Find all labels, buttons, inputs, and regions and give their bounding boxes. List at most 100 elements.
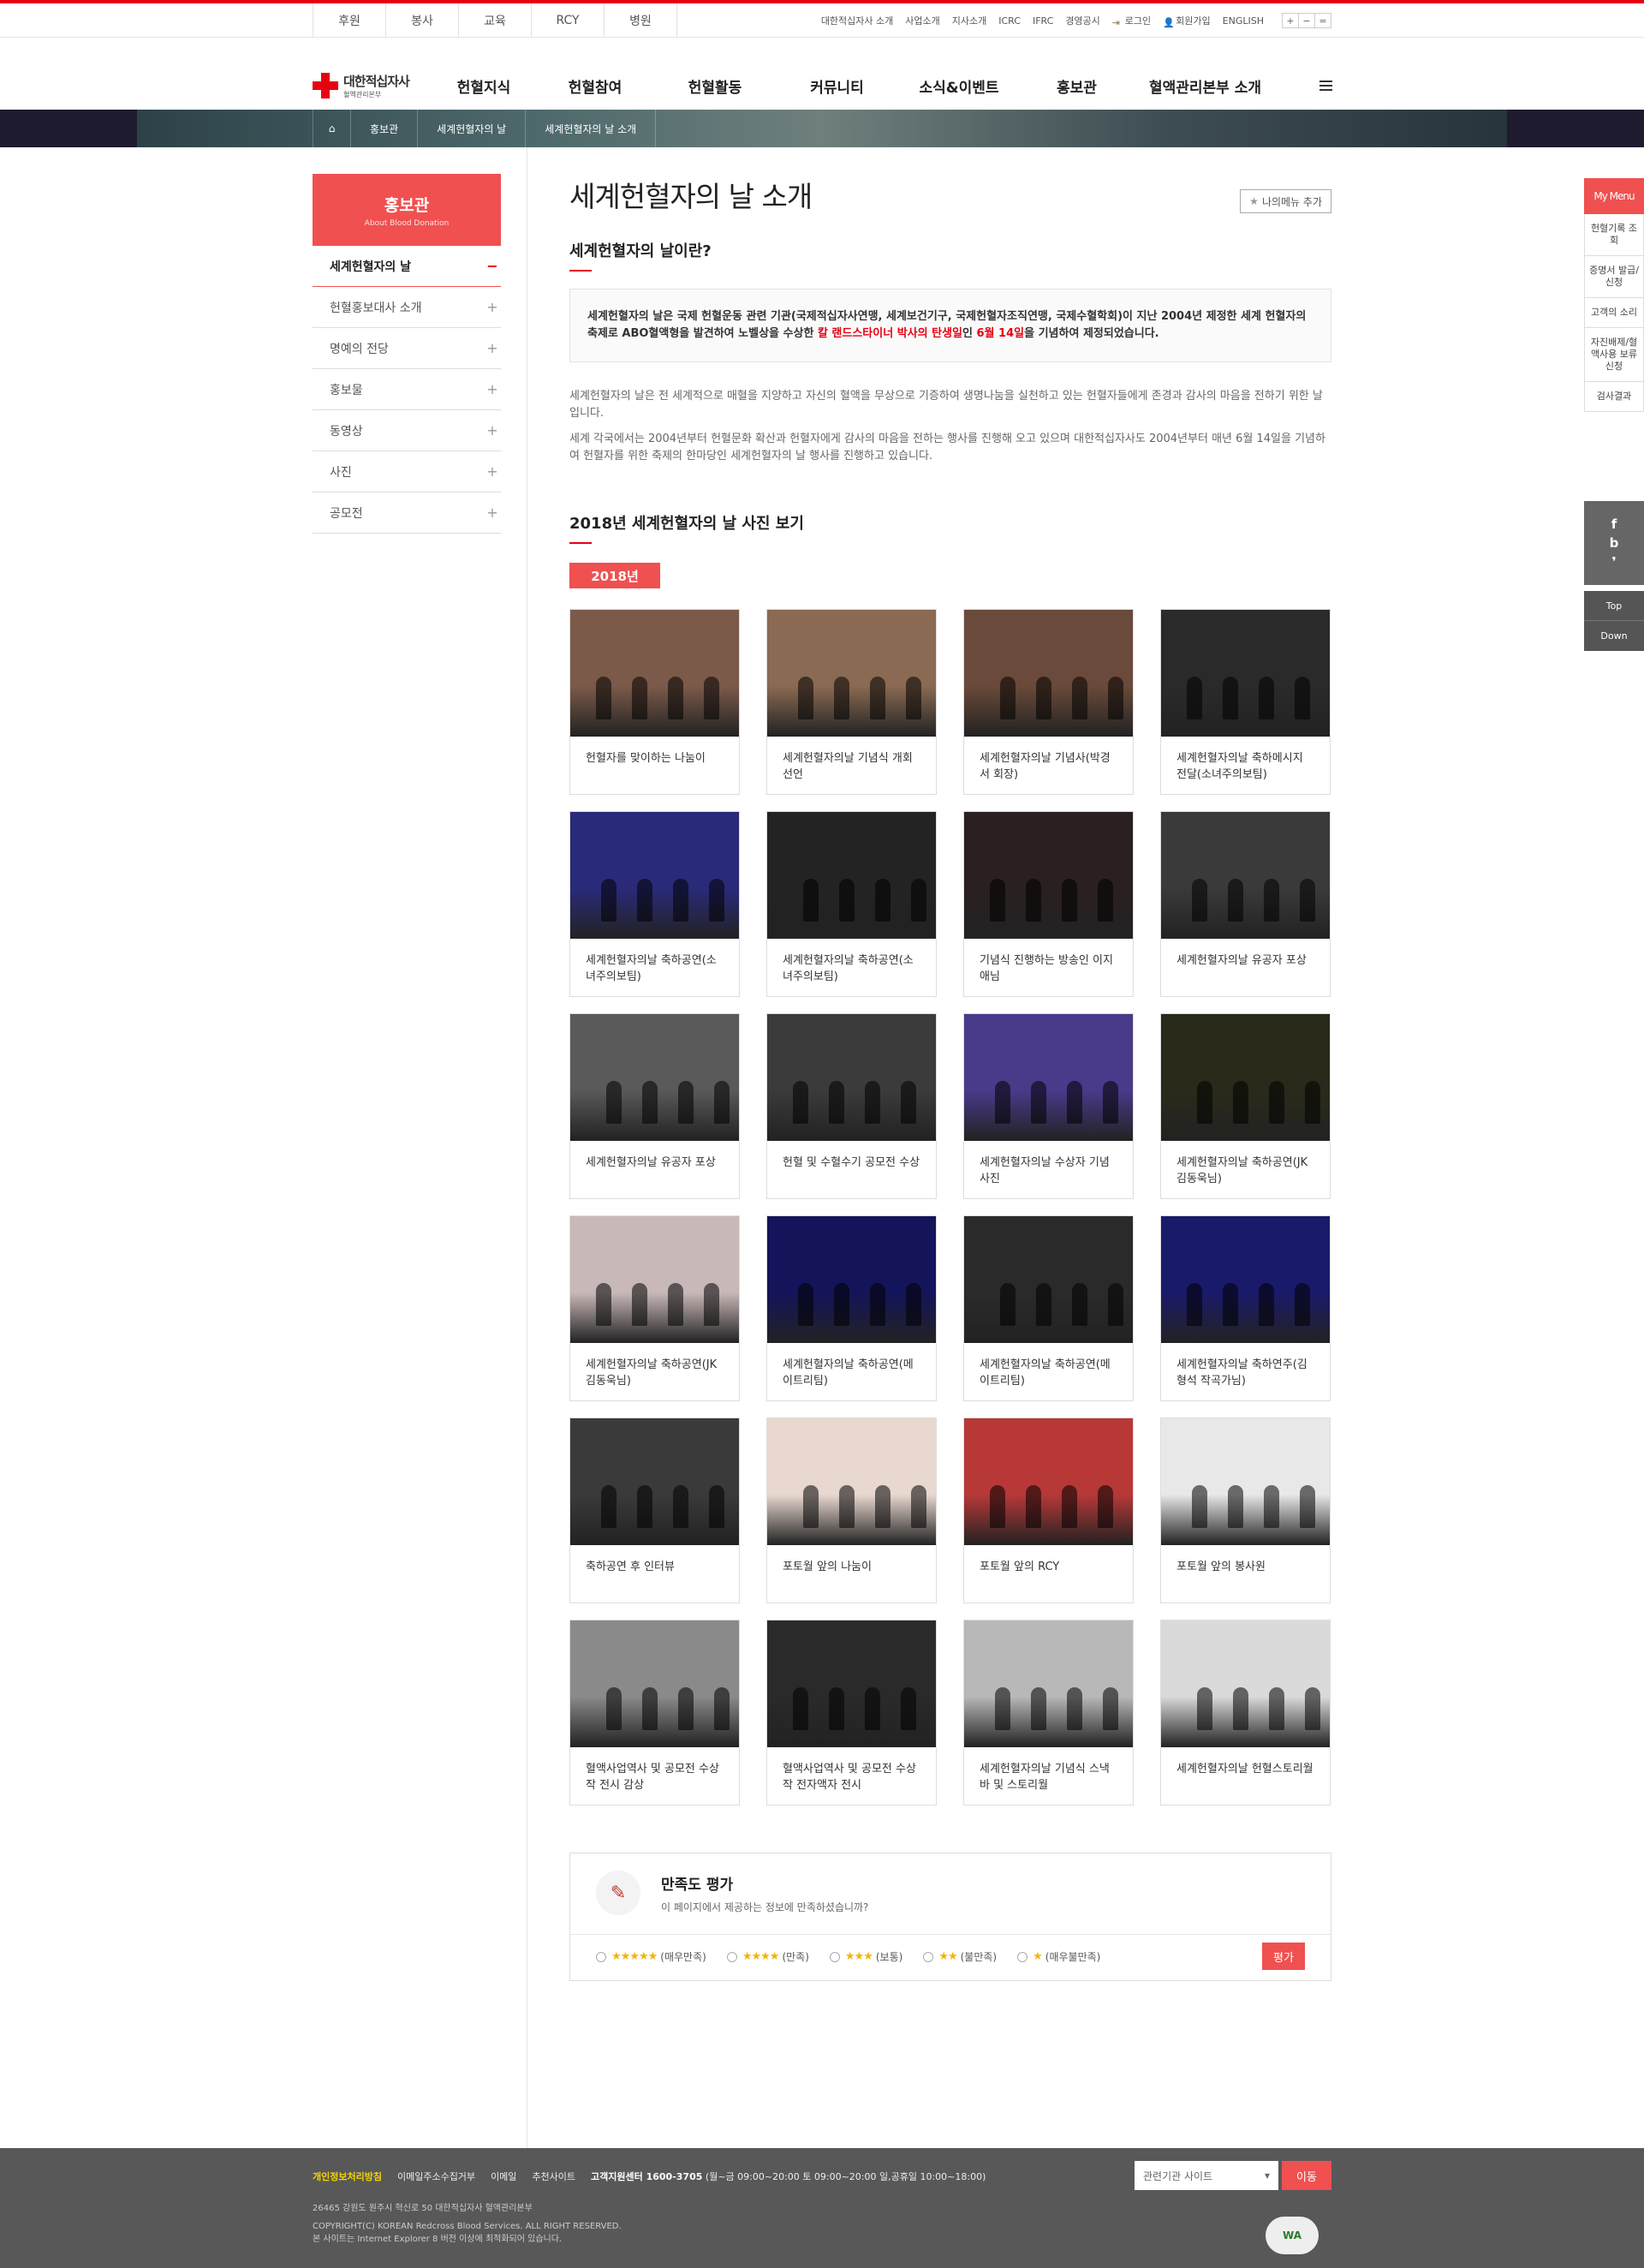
util-link-branch[interactable]: 지사소개 <box>952 14 986 27</box>
rating-option-4[interactable]: ★★★★ (만족) <box>726 1949 809 1964</box>
english-link[interactable]: ENGLISH <box>1223 15 1264 27</box>
util-link-donate[interactable]: 후원 <box>313 3 386 38</box>
gallery-photo[interactable] <box>1161 812 1330 939</box>
sidebar-item-videos[interactable]: 동영상 + <box>313 410 501 451</box>
gallery-card[interactable]: 혈액사업역사 및 공모전 수상작 전시 감상 <box>569 1620 740 1805</box>
util-link-hospital[interactable]: 병원 <box>605 3 677 38</box>
go-button[interactable]: 이동 <box>1282 2161 1331 2190</box>
sidebar-item-contest[interactable]: 공모전 + <box>313 492 501 534</box>
gallery-card[interactable]: 세계헌혈자의날 축하메시지 전달(소녀주의보팀) <box>1160 609 1331 795</box>
share-icon[interactable]: ❜ <box>1611 552 1616 571</box>
gallery-photo[interactable] <box>964 812 1133 939</box>
gallery-photo[interactable] <box>1161 1620 1330 1747</box>
font-decrease-button[interactable]: − <box>1298 13 1315 28</box>
gallery-card[interactable]: 세계헌혈자의날 축하공연(메이트리팀) <box>963 1215 1134 1401</box>
scroll-top-button[interactable]: Top <box>1584 591 1644 621</box>
util-link-icrc[interactable]: ICRC <box>998 15 1021 27</box>
scroll-down-button[interactable]: Down <box>1584 621 1644 651</box>
gallery-photo[interactable] <box>1161 1418 1330 1545</box>
gallery-card[interactable]: 세계헌혈자의날 축하공연(JK 김동욱님) <box>1160 1013 1331 1199</box>
gallery-photo[interactable] <box>767 1014 936 1141</box>
related-sites-select[interactable]: 관련기관 사이트 ▾ <box>1135 2161 1278 2190</box>
quick-menu-item[interactable]: 검사결과 <box>1584 382 1644 412</box>
font-reset-button[interactable]: = <box>1314 13 1331 28</box>
gallery-card[interactable]: 세계헌혈자의날 기념식 스낵바 및 스토리월 <box>963 1620 1134 1805</box>
rating-option-5[interactable]: ★★★★★ (매우만족) <box>596 1949 706 1964</box>
footer-link[interactable]: 추천사이트 <box>532 2170 575 2183</box>
util-link-volunteer[interactable]: 봉사 <box>386 3 459 38</box>
gallery-card[interactable]: 포토월 앞의 RCY <box>963 1418 1134 1603</box>
util-link-disclosure[interactable]: 경영공시 <box>1065 14 1099 27</box>
menu-icon[interactable] <box>1319 81 1332 91</box>
gallery-photo[interactable] <box>767 610 936 737</box>
gnb-item-news[interactable]: 소식&이벤트 <box>903 75 1015 97</box>
util-link-education[interactable]: 교육 <box>459 3 532 38</box>
gallery-card[interactable]: 세계헌혈자의날 축하공연(JK 김동욱님) <box>569 1215 740 1401</box>
radio-button[interactable] <box>726 1951 737 1962</box>
radio-button[interactable] <box>596 1951 606 1962</box>
sidebar-item-hall-of-fame[interactable]: 명예의 전당 + <box>313 328 501 369</box>
year-tab-2018[interactable]: 2018년 <box>569 563 660 588</box>
submit-rating-button[interactable]: 평가 <box>1262 1943 1305 1970</box>
gallery-photo[interactable] <box>570 1620 739 1747</box>
gallery-card[interactable]: 기념식 진행하는 방송인 이지애님 <box>963 811 1134 997</box>
breadcrumb-item-1[interactable]: 홍보관 <box>351 110 419 147</box>
breadcrumb-item-2[interactable]: 세계헌혈자의 날 <box>418 110 527 147</box>
gallery-card[interactable]: 세계헌혈자의날 수상자 기념사진 <box>963 1013 1134 1199</box>
facebook-icon[interactable]: f <box>1611 515 1617 534</box>
gallery-card[interactable]: 세계헌혈자의날 헌혈스토리월 <box>1160 1620 1331 1805</box>
gnb-item-pr[interactable]: 홍보관 <box>1015 75 1139 97</box>
gallery-photo[interactable] <box>1161 610 1330 737</box>
rating-option-3[interactable]: ★★★ (보통) <box>829 1949 902 1964</box>
util-link-business[interactable]: 사업소개 <box>905 14 939 27</box>
gallery-photo[interactable] <box>570 1216 739 1343</box>
join-link[interactable]: 👤회원가입 <box>1163 14 1210 28</box>
gallery-card[interactable]: 세계헌혈자의날 기념사(박경서 회장) <box>963 609 1134 795</box>
gallery-photo[interactable] <box>767 1620 936 1747</box>
gallery-card[interactable]: 헌혈자를 맞이하는 나눔이 <box>569 609 740 795</box>
gallery-photo[interactable] <box>964 1418 1133 1545</box>
sidebar-item-photos[interactable]: 사진 + <box>313 451 501 492</box>
gallery-photo[interactable] <box>1161 1216 1330 1343</box>
breadcrumb-item-3[interactable]: 세계헌혈자의 날 소개 <box>526 110 657 147</box>
gnb-item-about[interactable]: 혈액관리본부 소개 <box>1139 75 1272 97</box>
gallery-photo[interactable] <box>964 1216 1133 1343</box>
gallery-card[interactable]: 세계헌혈자의날 축하연주(김형석 작곡가님) <box>1160 1215 1331 1401</box>
gallery-card[interactable]: 세계헌혈자의날 유공자 포상 <box>1160 811 1331 997</box>
sidebar-item-world-donor-day[interactable]: 세계헌혈자의 날 − <box>313 246 501 287</box>
home-icon[interactable]: ⌂ <box>313 110 351 147</box>
rating-option-1[interactable]: ★ (매우불만족) <box>1017 1949 1100 1964</box>
gallery-photo[interactable] <box>964 610 1133 737</box>
gallery-card[interactable]: 세계헌혈자의날 축하공연(소녀주의보팀) <box>766 811 937 997</box>
add-my-menu-button[interactable]: ★ 나의메뉴 추가 <box>1240 189 1331 213</box>
radio-button[interactable] <box>1017 1951 1028 1962</box>
gallery-photo[interactable] <box>767 812 936 939</box>
gnb-item-knowledge[interactable]: 헌혈지식 <box>437 75 531 97</box>
gnb-item-activity[interactable]: 헌혈활동 <box>659 75 771 97</box>
radio-button[interactable] <box>829 1951 840 1962</box>
gallery-photo[interactable] <box>964 1620 1133 1747</box>
login-link[interactable]: ⇥ 로그인 <box>1112 14 1151 28</box>
gallery-card[interactable]: 축하공연 후 인터뷰 <box>569 1418 740 1603</box>
gallery-card[interactable]: 세계헌혈자의날 유공자 포상 <box>569 1013 740 1199</box>
gnb-item-community[interactable]: 커뮤니티 <box>771 75 903 97</box>
util-link-ifrc[interactable]: IFRC <box>1033 15 1053 27</box>
logo[interactable]: 대한적십자사 혈액관리본부 <box>313 72 410 99</box>
quick-menu-item[interactable]: 고객의 소리 <box>1584 298 1644 328</box>
gallery-photo[interactable] <box>767 1216 936 1343</box>
footer-link[interactable]: 이메일주소수집거부 <box>397 2170 475 2183</box>
gallery-card[interactable]: 헌혈 및 수혈수기 공모전 수상 <box>766 1013 937 1199</box>
gallery-photo[interactable] <box>570 812 739 939</box>
gallery-photo[interactable] <box>767 1418 936 1545</box>
gallery-card[interactable]: 세계헌혈자의날 축하공연(메이트리팀) <box>766 1215 937 1401</box>
gallery-photo[interactable] <box>1161 1014 1330 1141</box>
gallery-card[interactable]: 포토월 앞의 봉사원 <box>1160 1418 1331 1603</box>
gallery-card[interactable]: 혈액사업역사 및 공모전 수상작 전자액자 전시 <box>766 1620 937 1805</box>
quick-menu-item[interactable]: 헌혈기록 조회 <box>1584 214 1644 256</box>
privacy-policy-link[interactable]: 개인정보처리방침 <box>313 2170 382 2183</box>
gallery-card[interactable]: 세계헌혈자의날 축하공연(소녀주의보팀) <box>569 811 740 997</box>
rating-option-2[interactable]: ★★ (불만족) <box>923 1949 997 1964</box>
util-link-about[interactable]: 대한적십자사 소개 <box>821 14 893 27</box>
gallery-photo[interactable] <box>570 1418 739 1545</box>
gnb-item-participation[interactable]: 헌혈참여 <box>531 75 659 97</box>
